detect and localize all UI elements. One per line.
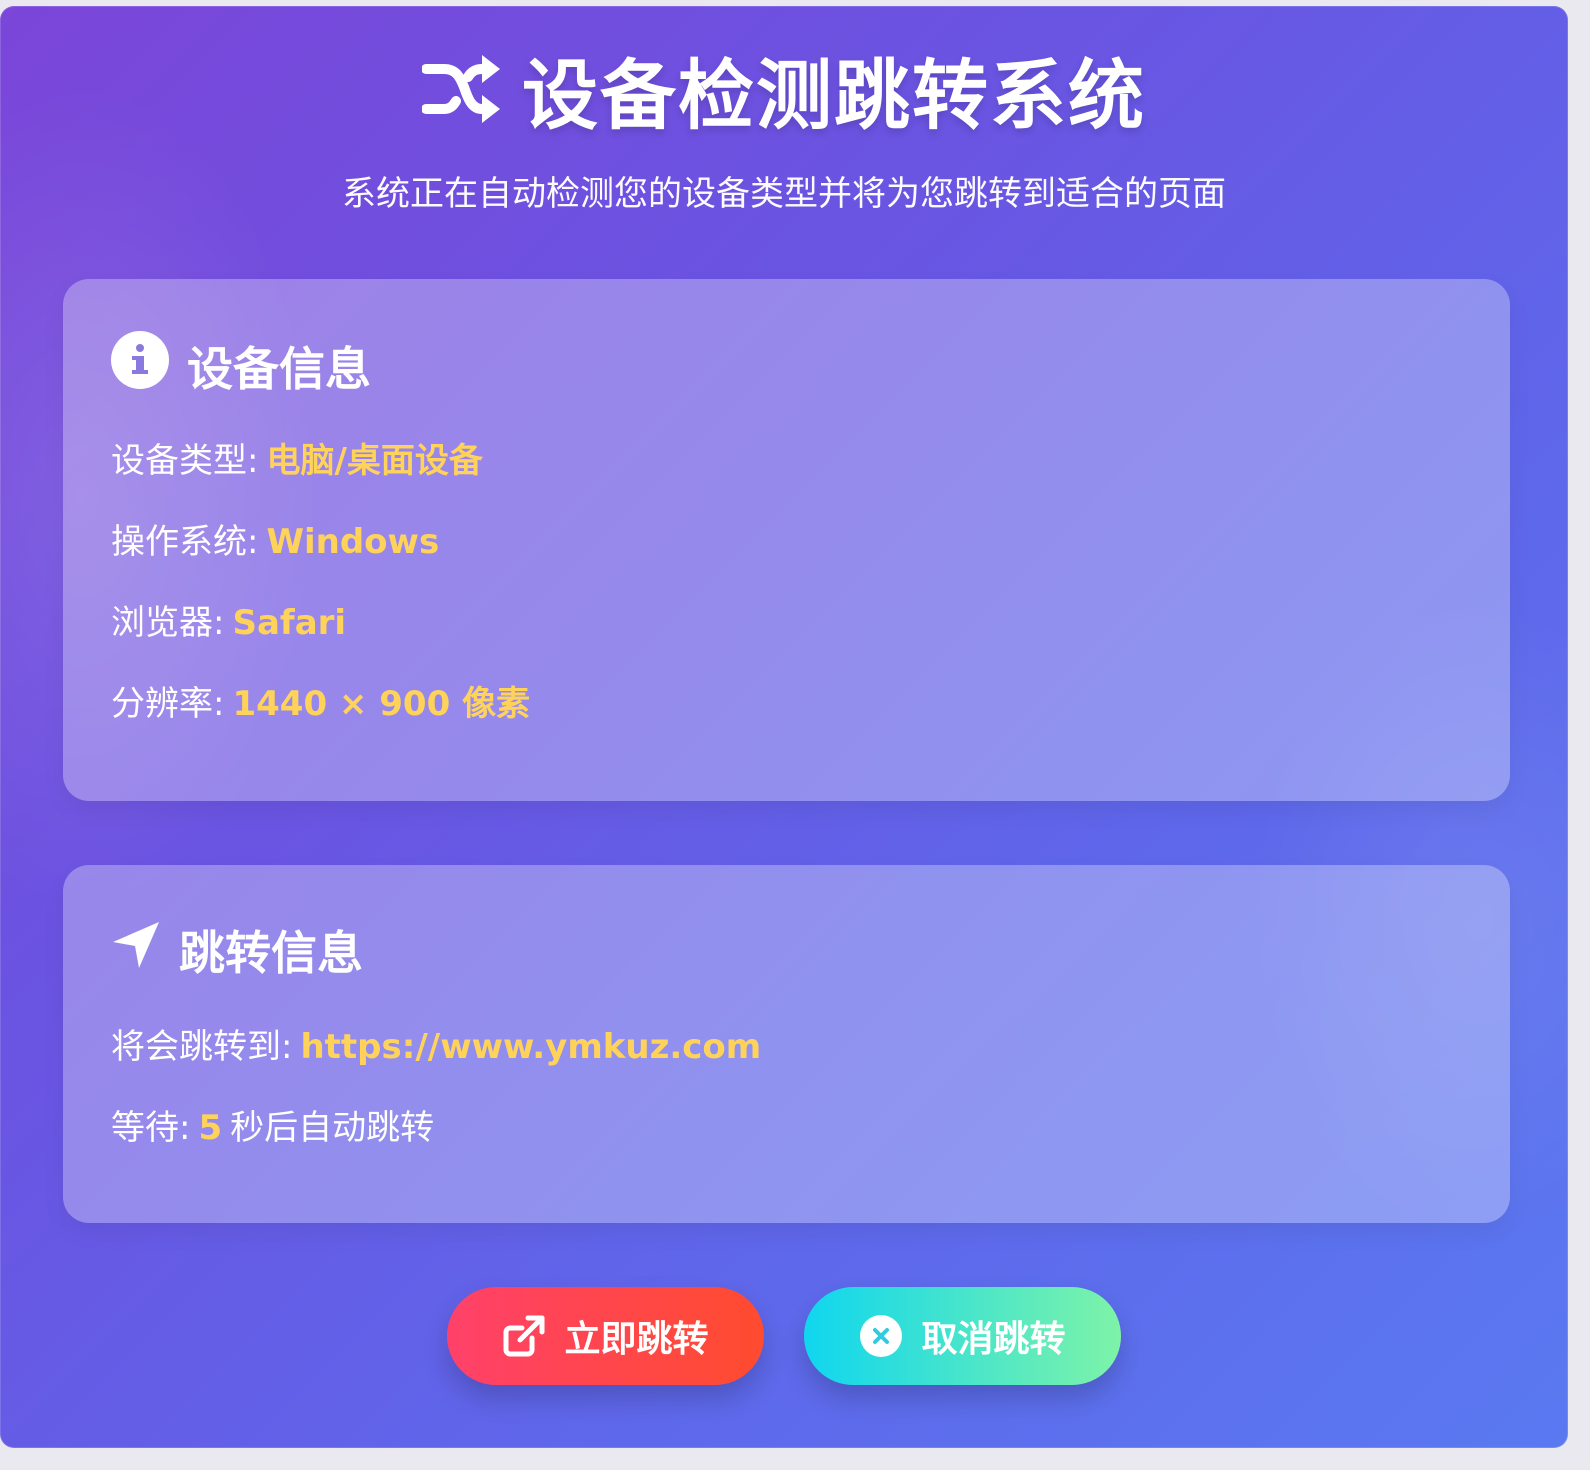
os-label: 操作系统: (111, 522, 259, 562)
page-header: 设备检测跳转系统 系统正在自动检测您的设备类型并将为您跳转到适合的页面 (0, 34, 1568, 215)
page-title: 设备检测跳转系统 (522, 51, 1146, 140)
resolution-value: 1440 × 900 像素 (232, 684, 531, 724)
redirect-card-title: 跳转信息 (179, 926, 363, 980)
browser-label: 浏览器: (111, 603, 225, 643)
title-row: 设备检测跳转系统 (422, 34, 1146, 144)
countdown-value: 5 (198, 1108, 223, 1148)
device-type-value: 电脑/桌面设备 (266, 441, 483, 481)
os-value: Windows (266, 522, 440, 562)
countdown-suffix: 秒后自动跳转 (230, 1108, 435, 1148)
os-row: 操作系统: Windows (111, 525, 530, 606)
device-info-card: 设备信息 设备类型: 电脑/桌面设备 操作系统: Windows 浏览器: Safar… (63, 279, 1510, 801)
redirect-target-url[interactable]: https://www.ymkuz.com (300, 1027, 761, 1067)
resolution-row: 分辨率: 1440 × 900 像素 (111, 687, 530, 768)
page-subtitle: 系统正在自动检测您的设备类型并将为您跳转到适合的页面 (342, 174, 1226, 214)
redirect-info-list: 将会跳转到: https://www.ymkuz.com 等待: 5 秒后自动跳转 (111, 1030, 761, 1192)
cancel-redirect-button[interactable]: 取消跳转 (804, 1287, 1121, 1385)
browser-row: 浏览器: Safari (111, 606, 530, 687)
info-circle-icon (111, 331, 169, 400)
location-arrow-icon (111, 920, 161, 981)
redirect-target-label: 将会跳转到: (111, 1027, 293, 1067)
cancel-redirect-label: 取消跳转 (921, 1319, 1066, 1360)
device-card-header: 设备信息 (111, 331, 371, 400)
device-type-label: 设备类型: (111, 441, 259, 481)
redirect-now-label: 立即跳转 (564, 1319, 709, 1360)
redirect-info-card: 跳转信息 将会跳转到: https://www.ymkuz.com 等待: 5 秒后自… (63, 865, 1510, 1223)
external-link-icon (502, 1314, 546, 1358)
resolution-label: 分辨率: (111, 684, 225, 724)
action-buttons: 立即跳转 取消跳转 (0, 1287, 1568, 1385)
redirect-now-button[interactable]: 立即跳转 (447, 1287, 764, 1385)
device-card-title: 设备信息 (187, 341, 371, 396)
device-info-list: 设备类型: 电脑/桌面设备 操作系统: Windows 浏览器: Safari 分辨率… (111, 444, 530, 768)
redirect-card-header: 跳转信息 (111, 917, 363, 983)
redirect-target-row: 将会跳转到: https://www.ymkuz.com (111, 1030, 761, 1111)
main-page: 设备检测跳转系统 系统正在自动检测您的设备类型并将为您跳转到适合的页面 设备信息… (0, 6, 1568, 1448)
device-type-row: 设备类型: 电脑/桌面设备 (111, 444, 530, 525)
close-circle-icon (859, 1314, 903, 1358)
countdown-row: 等待: 5 秒后自动跳转 (111, 1111, 761, 1192)
countdown-label: 等待: (111, 1108, 191, 1148)
browser-value: Safari (232, 603, 347, 643)
shuffle-icon (422, 53, 502, 125)
